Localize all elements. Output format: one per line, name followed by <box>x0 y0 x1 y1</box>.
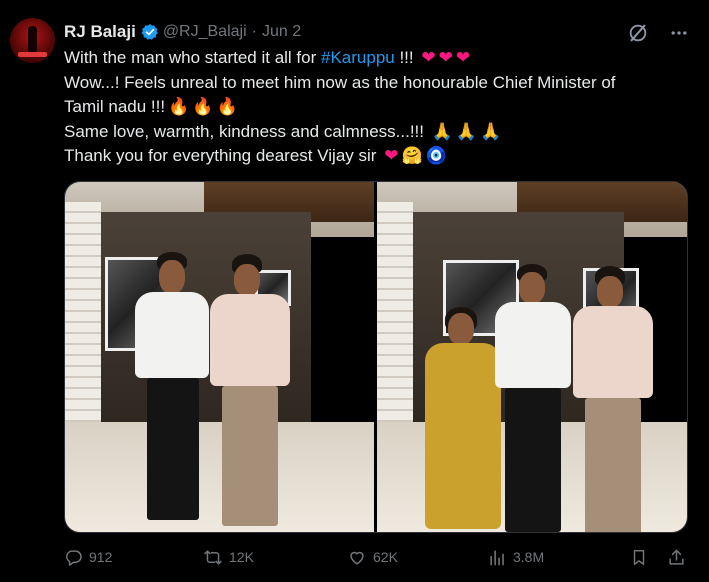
hashtag-link[interactable]: #Karuppu <box>321 48 395 67</box>
reply-button[interactable]: 912 <box>64 545 112 569</box>
person-face <box>448 313 474 345</box>
media-photo-2[interactable] <box>377 182 687 532</box>
person-face <box>159 260 185 294</box>
fire-emoji: 🔥 <box>168 97 190 117</box>
author-handle[interactable]: @RJ_Balaji <box>163 23 247 41</box>
photo-brick-wall <box>377 202 413 452</box>
more-icon[interactable] <box>669 23 689 43</box>
person-face <box>519 272 545 304</box>
grok-icon[interactable] <box>627 22 649 44</box>
heart-emoji: ❤ <box>421 48 436 68</box>
photo-brick-wall <box>65 202 101 452</box>
like-icon <box>350 551 364 565</box>
pray-emoji: 🙏 <box>455 121 478 142</box>
repost-button[interactable]: 12K <box>203 545 254 569</box>
fire-emoji: 🔥 <box>192 97 214 117</box>
reply-icon <box>66 549 82 566</box>
media-photo-1[interactable] <box>65 182 374 532</box>
person-pants <box>222 386 278 526</box>
repost-icon <box>204 549 222 565</box>
bookmark-button[interactable] <box>630 545 648 569</box>
author-name[interactable]: RJ Balaji <box>64 22 136 42</box>
pray-emoji: 🙏 <box>431 121 453 142</box>
tweet-line-4-text: Same love, warmth, kindness and calmness… <box>64 121 424 141</box>
share-button[interactable] <box>667 545 686 569</box>
nazar-emoji: 🧿 <box>425 146 447 166</box>
photo-floor <box>65 422 374 532</box>
tweet-line-3: Tamil nadu !!! 🔥 🔥 🔥 <box>64 95 694 120</box>
person-pants <box>505 388 561 532</box>
tweet-line-2: Wow...! Feels unreal to meet him now as … <box>64 72 616 92</box>
tweet-line-1: With the man who started it all for #Kar… <box>64 46 694 71</box>
avatar-figure <box>28 26 37 52</box>
tweet-actions: 912 12K 62K 3.8M <box>64 545 694 569</box>
person-shirt <box>135 292 209 378</box>
person-face <box>234 264 260 296</box>
tweet-date[interactable]: Jun 2 <box>262 23 301 41</box>
tweet-line-1-tail: !!! <box>394 48 414 67</box>
author-avatar[interactable] <box>10 18 55 63</box>
share-icon <box>669 549 684 565</box>
tweet-line-5-text: Thank you for everything dearest Vijay s… <box>64 146 377 165</box>
person-shirt <box>573 306 653 398</box>
avatar-logo <box>18 52 47 57</box>
person-shirt <box>210 294 290 386</box>
views-count: 3.8M <box>513 549 545 565</box>
tweet-top-actions <box>627 22 689 44</box>
person-dress <box>425 343 501 529</box>
tweet-media <box>64 181 688 533</box>
tweet-text: With the man who started it all for #Kar… <box>64 46 694 169</box>
repost-count: 12K <box>229 549 254 565</box>
tweet-line-3-text: Tamil nadu !!! <box>64 97 166 116</box>
pray-emoji: 🙏 <box>480 121 502 142</box>
views-icon <box>490 549 504 565</box>
hug-emoji: 🤗 <box>401 146 423 166</box>
like-count: 62K <box>373 549 398 565</box>
person-face <box>597 276 623 308</box>
views-button[interactable]: 3.8M <box>488 545 544 569</box>
header-separator: · <box>251 23 257 40</box>
person-pants <box>147 378 199 520</box>
fire-emoji: 🔥 <box>216 97 238 117</box>
tweet-line-4: Same love, warmth, kindness and calmness… <box>64 120 694 145</box>
tweet-line-1-text: With the man who started it all for <box>64 48 321 67</box>
heart-emoji: ❤ <box>438 48 453 68</box>
tweet-line-5: Thank you for everything dearest Vijay s… <box>64 144 694 169</box>
tweet-header: RJ Balaji @RJ_Balaji · Jun 2 <box>64 20 301 44</box>
bookmark-icon <box>633 549 645 565</box>
like-button[interactable]: 62K <box>347 545 398 569</box>
person-shirt <box>495 302 571 388</box>
heart-emoji: ❤ <box>455 48 471 68</box>
reply-count: 912 <box>89 549 113 565</box>
person-pants <box>585 398 641 532</box>
heart-emoji: ❤ <box>384 146 399 166</box>
verified-badge-icon <box>141 24 158 40</box>
